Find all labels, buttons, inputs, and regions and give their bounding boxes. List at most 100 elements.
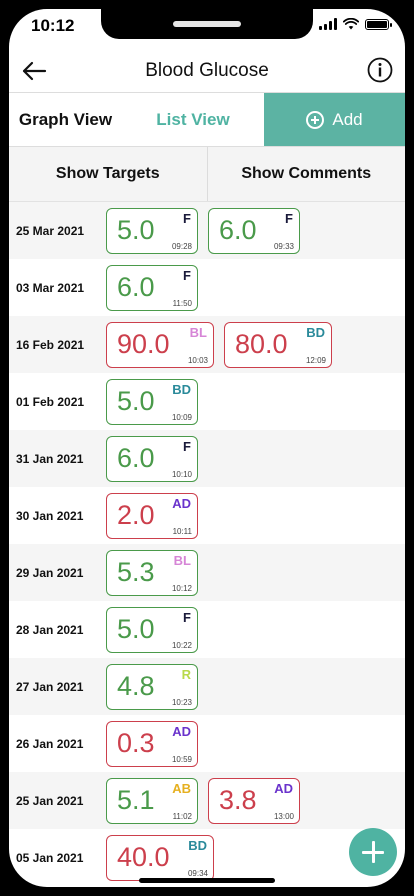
reading-value: 5.0 <box>117 613 155 644</box>
reading-time: 11:50 <box>172 298 192 308</box>
reading-tag: AD <box>172 723 191 739</box>
reading-time: 09:28 <box>171 241 192 251</box>
entry-date: 01 Feb 2021 <box>16 394 85 409</box>
reading-tag: AD <box>274 780 293 796</box>
cellular-signal-icon <box>319 18 337 30</box>
list-item: 31 Jan 2021 6.0 F 10:10 <box>9 430 405 487</box>
reading-time: 09:34 <box>187 868 208 878</box>
glucose-list: 25 Mar 2021 5.0 F 09:28 6.0 F 09:33 03 Mar 2021… <box>9 202 405 886</box>
reading-card[interactable]: 40.0 BD 09:34 <box>106 834 214 881</box>
entry-date: 27 Jan 2021 <box>16 679 84 694</box>
reading-value: 3.8 <box>219 784 257 815</box>
reading-tag: R <box>181 666 191 682</box>
reading-time: 10:03 <box>187 355 208 365</box>
entry-date: 05 Jan 2021 <box>16 850 84 865</box>
reading-time: 12:09 <box>305 355 326 365</box>
entry-date: 31 Jan 2021 <box>16 451 84 466</box>
show-targets-button[interactable]: Show Targets <box>9 147 207 201</box>
reading-card[interactable]: 80.0 BD 12:09 <box>224 321 332 368</box>
reading-tag: BL <box>189 324 207 340</box>
reading-card[interactable]: 0.3 AD 10:59 <box>106 720 198 767</box>
list-item: 28 Jan 2021 5.0 F 10:22 <box>9 601 405 658</box>
reading-card[interactable]: 6.0 F 09:33 <box>208 207 300 254</box>
reading-time: 13:00 <box>273 811 294 821</box>
list-item: 25 Mar 2021 5.0 F 09:28 6.0 F 09:33 <box>9 202 405 259</box>
speaker-grille <box>173 21 241 27</box>
reading-card[interactable]: 5.0 BD 10:09 <box>106 378 198 425</box>
reading-value: 5.0 <box>117 214 155 245</box>
reading-value: 90.0 <box>117 328 170 359</box>
reading-value: 4.8 <box>117 670 155 701</box>
list-item: 27 Jan 2021 4.8 R 10:23 <box>9 658 405 715</box>
app-header: Blood Glucose <box>9 49 405 93</box>
reading-time: 10:23 <box>171 697 192 707</box>
list-item: 26 Jan 2021 0.3 AD 10:59 <box>9 715 405 772</box>
list-item: 30 Jan 2021 2.0 AD 10:11 <box>9 487 405 544</box>
reading-time: 10:09 <box>171 412 192 422</box>
entry-date: 28 Jan 2021 <box>16 622 84 637</box>
reading-value: 6.0 <box>219 214 257 245</box>
reading-tag: BD <box>188 837 207 853</box>
toggle-row: Show Targets Show Comments <box>9 147 405 202</box>
status-time: 10:12 <box>31 16 75 35</box>
reading-card[interactable]: 90.0 BL 10:03 <box>106 321 214 368</box>
show-comments-button[interactable]: Show Comments <box>206 147 406 201</box>
battery-icon <box>365 18 392 30</box>
entry-date: 03 Mar 2021 <box>16 280 85 295</box>
floating-add-button[interactable] <box>349 828 397 876</box>
page-title: Blood Glucose <box>145 60 269 81</box>
entry-date: 16 Feb 2021 <box>16 337 85 352</box>
reading-time: 10:10 <box>171 469 192 479</box>
reading-tag: BL <box>173 552 191 568</box>
reading-value: 0.3 <box>117 727 155 758</box>
reading-tag: F <box>285 210 293 226</box>
reading-card[interactable]: 5.1 AB 11:02 <box>106 777 198 824</box>
entry-date: 25 Mar 2021 <box>16 223 85 238</box>
status-icons <box>319 18 392 30</box>
add-button-label: Add <box>332 109 363 129</box>
add-button[interactable]: Add <box>264 93 405 146</box>
list-item: 29 Jan 2021 5.3 BL 10:12 <box>9 544 405 601</box>
reading-value: 5.1 <box>117 784 155 815</box>
reading-time: 10:11 <box>172 526 192 536</box>
wifi-icon <box>343 18 359 30</box>
notch <box>101 9 313 39</box>
reading-card[interactable]: 5.0 F 10:22 <box>106 606 198 653</box>
reading-card[interactable]: 4.8 R 10:23 <box>106 663 198 710</box>
list-item: 25 Jan 2021 5.1 AB 11:02 3.8 AD 13:00 <box>9 772 405 829</box>
reading-card[interactable]: 5.0 F 09:28 <box>106 207 198 254</box>
entry-date: 26 Jan 2021 <box>16 736 84 751</box>
info-icon[interactable] <box>367 57 393 83</box>
reading-value: 6.0 <box>117 271 155 302</box>
reading-time: 10:12 <box>171 583 192 593</box>
entry-date: 29 Jan 2021 <box>16 565 84 580</box>
reading-tag: BD <box>172 381 191 397</box>
list-item: 03 Mar 2021 6.0 F 11:50 <box>9 259 405 316</box>
reading-tag: AB <box>172 780 191 796</box>
reading-value: 2.0 <box>117 499 155 530</box>
reading-value: 5.3 <box>117 556 155 587</box>
reading-time: 10:59 <box>171 754 192 764</box>
reading-value: 80.0 <box>235 328 288 359</box>
reading-card[interactable]: 3.8 AD 13:00 <box>208 777 300 824</box>
reading-tag: F <box>183 267 191 283</box>
reading-card[interactable]: 2.0 AD 10:11 <box>106 492 198 539</box>
reading-card[interactable]: 6.0 F 10:10 <box>106 435 198 482</box>
reading-tag: BD <box>306 324 325 340</box>
reading-tag: AD <box>172 495 191 511</box>
app-screen: 10:12 Blood Glucose Graph View List View… <box>9 9 405 887</box>
reading-card[interactable]: 6.0 F 11:50 <box>106 264 198 311</box>
tab-list-view[interactable]: List View <box>122 93 264 146</box>
reading-tag: F <box>183 210 191 226</box>
home-indicator <box>139 878 275 883</box>
reading-value: 6.0 <box>117 442 155 473</box>
reading-value: 40.0 <box>117 841 170 872</box>
reading-value: 5.0 <box>117 385 155 416</box>
reading-tag: F <box>183 609 191 625</box>
reading-time: 10:22 <box>171 640 192 650</box>
list-item: 01 Feb 2021 5.0 BD 10:09 <box>9 373 405 430</box>
list-item: 16 Feb 2021 90.0 BL 10:03 80.0 BD 12:09 <box>9 316 405 373</box>
reading-card[interactable]: 5.3 BL 10:12 <box>106 549 198 596</box>
tab-graph-view[interactable]: Graph View <box>9 93 122 146</box>
entry-date: 30 Jan 2021 <box>16 508 84 523</box>
